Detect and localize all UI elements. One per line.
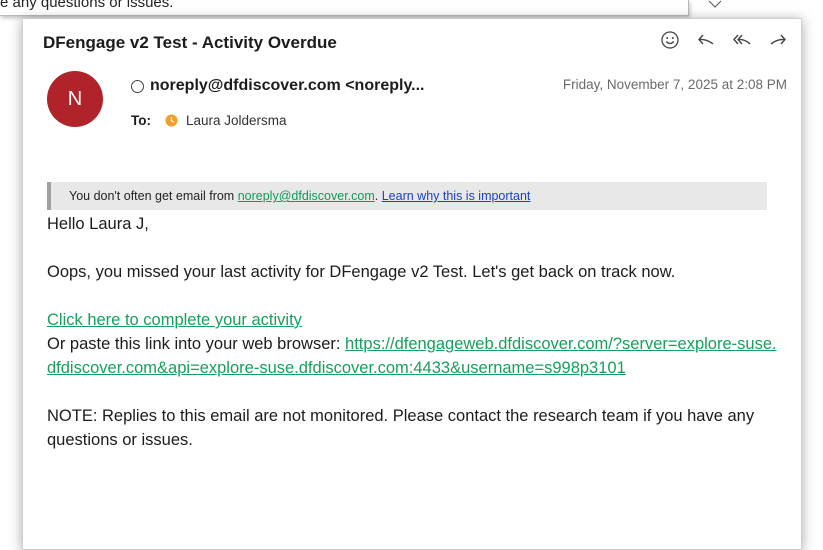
recipient-line: To: Laura Joldersma [131, 113, 287, 128]
complete-activity-link[interactable]: Click here to complete your activity [47, 311, 302, 329]
banner-email-link[interactable]: noreply@dfdiscover.com [238, 189, 375, 203]
banner-text: You don't often get email from [69, 189, 238, 203]
email-body: Hello Laura J, Oops, you missed your las… [47, 212, 783, 476]
link-paragraph: Click here to complete your activity Or … [47, 308, 783, 380]
emoji-icon [661, 31, 679, 49]
forward-icon [770, 34, 786, 45]
greeting: Hello Laura J, [47, 215, 149, 233]
external-sender-banner: You don't often get email from noreply@d… [47, 182, 767, 210]
paste-instructions: Or paste this link into your web browser… [47, 335, 346, 353]
sender-avatar: N [47, 71, 103, 127]
forward-button[interactable] [765, 29, 791, 51]
reply-button[interactable] [693, 29, 719, 51]
sender-address[interactable]: noreply@dfdiscover.com <noreply... [150, 77, 425, 95]
clock-icon [165, 114, 178, 127]
note-paragraph: NOTE: Replies to this email are not moni… [47, 407, 755, 449]
background-arrow-icon [708, 0, 722, 8]
email-date: Friday, November 7, 2025 at 2:08 PM [562, 77, 787, 92]
paragraph-missed-activity: Oops, you missed your last activity for … [47, 263, 676, 281]
emoji-button[interactable] [657, 29, 683, 51]
reply-all-button[interactable] [729, 29, 755, 51]
learn-why-link[interactable]: Learn why this is important [382, 189, 531, 203]
recipient-name[interactable]: Laura Joldersma [186, 113, 287, 128]
sender-line: noreply@dfdiscover.com <noreply... [131, 77, 425, 95]
email-window: DFengage v2 Test - Activity Overdue N no… [22, 18, 802, 550]
background-window: e any questions or issues. [0, 0, 689, 16]
unread-status-icon[interactable] [131, 79, 144, 93]
reply-icon [698, 34, 714, 45]
message-toolbar [657, 29, 791, 51]
reply-all-icon [733, 34, 751, 45]
to-label: To: [131, 113, 151, 128]
banner-separator: . [374, 189, 382, 203]
email-subject: DFengage v2 Test - Activity Overdue [43, 33, 337, 52]
background-window-text: e any questions or issues. [0, 0, 174, 11]
